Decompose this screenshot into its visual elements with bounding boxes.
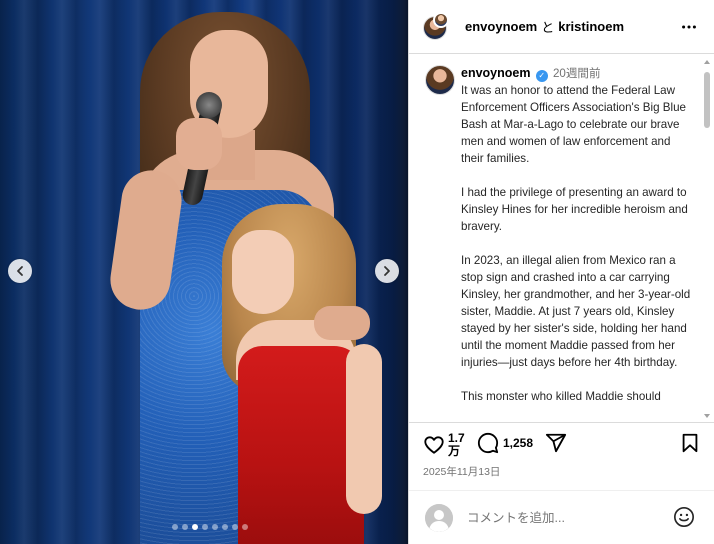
previous-slide-button[interactable] [8, 259, 32, 283]
carousel-indicator [172, 524, 248, 530]
scroll-down-icon[interactable] [703, 412, 711, 420]
comment-button[interactable]: 1,258 [477, 432, 533, 454]
add-comment-bar [409, 490, 714, 544]
post-actions: 1.7 万 1,258 2025年11月13日 [409, 422, 714, 484]
microphone-head [196, 92, 222, 118]
post-header: envoynoem と kristinoem [409, 0, 714, 54]
carousel-dot [172, 524, 178, 530]
more-options-button[interactable] [679, 17, 699, 37]
like-count-unit: 万 [448, 444, 461, 458]
current-user-avatar[interactable] [425, 503, 453, 532]
scroll-up-icon[interactable] [703, 58, 711, 66]
carousel-dot [192, 524, 198, 530]
girl-arm [346, 344, 382, 514]
emoji-icon[interactable] [673, 506, 695, 528]
bookmark-icon [682, 433, 698, 453]
comment-input[interactable] [467, 510, 667, 525]
post-time[interactable]: 20週間前 [553, 67, 601, 80]
girl-face [232, 230, 294, 314]
avatar[interactable] [425, 65, 455, 95]
carousel-dot [202, 524, 208, 530]
like-count[interactable]: 1.7 万 [448, 432, 465, 458]
scroll-thumb[interactable] [704, 72, 710, 128]
verified-badge-icon: ✓ [535, 70, 548, 82]
chevron-left-icon [17, 266, 23, 276]
next-slide-button[interactable] [375, 259, 399, 283]
share-paper-plane-icon [545, 433, 567, 453]
post-details-panel: envoynoem と kristinoem envoynoem ✓ 20週間前… [408, 0, 714, 544]
like-button[interactable]: 1.7 万 [423, 432, 465, 458]
comment-icon [477, 432, 499, 454]
avatar [433, 11, 449, 28]
comment-count[interactable]: 1,258 [503, 436, 533, 450]
carousel-dot [182, 524, 188, 530]
hand-holding-mic [176, 118, 222, 170]
default-avatar-icon [425, 503, 453, 532]
carousel-dot [222, 524, 228, 530]
more-horizontal-icon [682, 25, 696, 29]
chevron-right-icon [384, 266, 390, 276]
caption-paragraph: It was an honor to attend the Federal La… [461, 84, 686, 165]
share-button[interactable] [545, 432, 567, 454]
collab-avatars[interactable] [423, 11, 455, 42]
caption-scroll-area[interactable]: envoynoem ✓ 20週間前 It was an honor to att… [409, 55, 714, 422]
collab-usernames: envoynoem と kristinoem [465, 17, 624, 36]
username-link[interactable]: kristinoem [558, 19, 624, 34]
heart-icon [424, 436, 444, 454]
caption-username[interactable]: envoynoem [461, 66, 530, 80]
scrollbar[interactable] [703, 58, 711, 420]
collab-separator: と [541, 20, 555, 35]
caption-avatar-wrap [425, 65, 455, 95]
carousel-dot [232, 524, 238, 530]
post-media[interactable] [0, 0, 408, 544]
caption-paragraph: I had the privilege of presenting an awa… [461, 186, 688, 233]
username-link[interactable]: envoynoem [465, 19, 537, 34]
carousel-dot [242, 524, 248, 530]
carousel-dot [212, 524, 218, 530]
caption-paragraph: In 2023, an illegal alien from Mexico ra… [461, 254, 691, 369]
hand-on-shoulder [314, 306, 370, 340]
caption-paragraph: This monster who killed Maddie should [461, 390, 661, 403]
save-button[interactable] [679, 432, 701, 454]
post-date[interactable]: 2025年11月13日 [423, 464, 500, 479]
caption: envoynoem ✓ 20週間前 It was an honor to att… [461, 65, 693, 422]
